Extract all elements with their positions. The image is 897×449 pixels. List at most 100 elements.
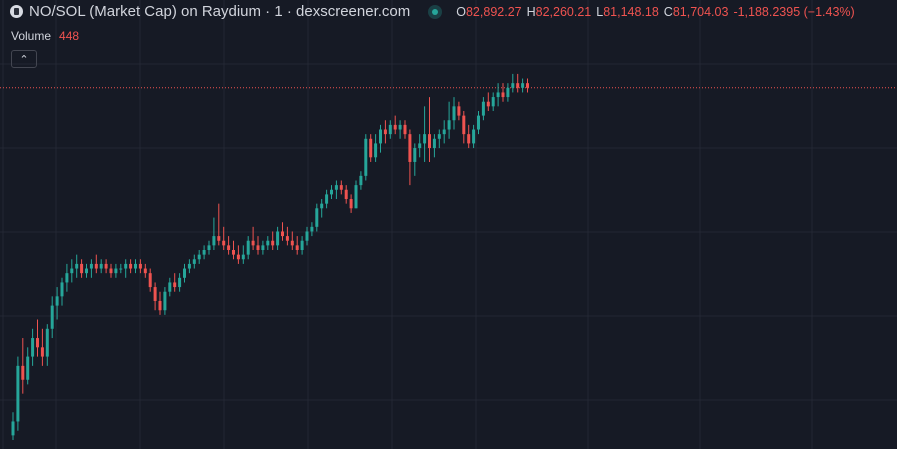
candle <box>187 259 191 274</box>
candle-body <box>334 185 338 190</box>
candle <box>344 185 348 204</box>
candle-body <box>477 115 480 130</box>
candle-body <box>506 87 510 98</box>
candle-body <box>124 263 128 269</box>
candle-body <box>232 250 235 255</box>
candle <box>236 245 240 264</box>
candle-body <box>501 92 505 98</box>
candle-body <box>202 250 206 255</box>
market-status-icon <box>428 4 443 19</box>
candle-body <box>447 120 451 130</box>
candle-body <box>310 226 314 232</box>
candle-body <box>472 129 476 144</box>
candle-body <box>462 115 466 135</box>
candle-body <box>325 194 329 204</box>
candle <box>413 143 417 176</box>
candle <box>109 263 113 278</box>
candle <box>526 78 529 93</box>
candle-body <box>153 287 157 301</box>
candle <box>447 101 451 139</box>
candle <box>94 254 98 274</box>
candle <box>521 78 525 93</box>
candle-body <box>452 106 456 121</box>
candle-body <box>266 240 270 246</box>
candle-body <box>285 236 289 241</box>
candle-body <box>526 83 529 88</box>
candle-body <box>65 273 69 283</box>
ohlc-values: O82,892.27 H82,260.21 L81,148.18 C81,704… <box>456 5 854 19</box>
candle-body <box>129 263 133 269</box>
candle <box>173 273 177 292</box>
candle-body <box>418 143 422 149</box>
candle-body <box>212 236 216 246</box>
candle <box>134 259 137 274</box>
candle <box>281 222 284 241</box>
candle <box>241 245 245 264</box>
candle-body <box>104 263 108 269</box>
candle-body <box>486 101 490 107</box>
candle-body <box>114 268 118 274</box>
candle-body <box>178 277 182 288</box>
candle <box>26 347 30 385</box>
candle <box>50 296 54 339</box>
candle <box>124 259 128 278</box>
candle <box>21 338 25 394</box>
candle-body <box>143 268 147 274</box>
candle-body <box>36 338 39 348</box>
candle <box>104 259 108 274</box>
candle-body <box>496 92 500 98</box>
candle-body <box>222 240 226 246</box>
collapse-legend-button[interactable]: ⌃ <box>11 50 37 68</box>
candle <box>408 129 412 186</box>
candle-body <box>511 83 515 88</box>
candle-body <box>330 189 333 195</box>
candle-body <box>192 259 196 264</box>
candle-body <box>305 231 309 241</box>
candle <box>383 120 387 144</box>
candle-body <box>173 282 177 288</box>
candle <box>85 263 88 278</box>
candle-body <box>428 134 431 149</box>
token-logo-icon <box>10 5 23 18</box>
candle-body <box>339 185 343 190</box>
candle <box>516 73 520 93</box>
candle <box>285 226 289 246</box>
volume-value: 448 <box>59 29 80 43</box>
candle-body <box>163 291 167 311</box>
candle-body <box>432 138 436 149</box>
candle <box>334 180 338 200</box>
candle-body <box>281 231 284 237</box>
candle <box>364 134 368 181</box>
candle-body <box>207 245 211 250</box>
candle-body <box>75 263 79 269</box>
candle <box>325 189 329 209</box>
candle <box>148 268 152 292</box>
candle-body <box>70 268 74 274</box>
candle-body <box>99 263 103 269</box>
candlestick-chart[interactable] <box>0 0 897 449</box>
candle-body <box>349 199 353 209</box>
candle <box>276 226 280 250</box>
chart-legend: NO/SOL (Market Cap) on Raydium · 1 · dex… <box>10 3 855 20</box>
candle <box>339 180 343 195</box>
candle-body <box>168 282 172 292</box>
candle-body <box>60 282 64 297</box>
candle <box>45 324 49 366</box>
candle-body <box>187 263 191 269</box>
candle <box>501 83 505 102</box>
candle <box>418 134 422 158</box>
candle-body <box>359 175 363 186</box>
candle-body <box>295 245 299 250</box>
candle <box>403 120 407 139</box>
candle <box>232 240 235 260</box>
candle <box>428 97 431 162</box>
candle <box>388 120 392 139</box>
candle-body <box>369 138 373 158</box>
candle <box>432 134 436 158</box>
candle-body <box>11 421 15 436</box>
candle-body <box>467 134 471 144</box>
candle-body <box>261 245 265 250</box>
candle <box>437 129 441 149</box>
open-value: 82,892.27 <box>465 4 522 19</box>
candle-body <box>413 148 417 162</box>
